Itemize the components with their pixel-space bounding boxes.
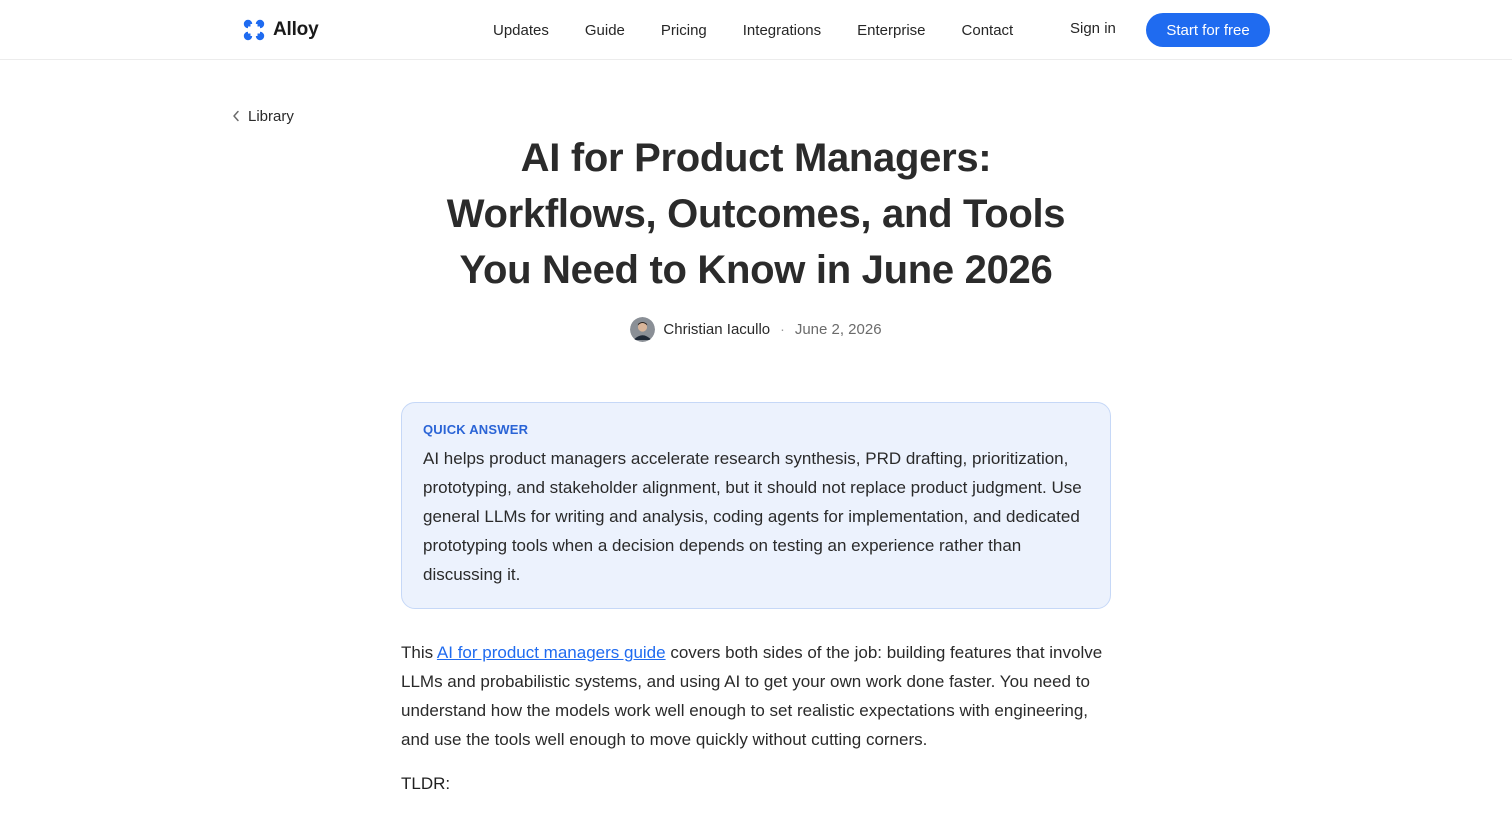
publish-date: June 2, 2026 [794, 320, 882, 338]
intro-paragraph: This AI for product managers guide cover… [401, 638, 1113, 754]
sign-in-link[interactable]: Sign in [1070, 20, 1116, 37]
title-line: You Need to Know in June 2026 [459, 248, 1053, 292]
nav-updates[interactable]: Updates [493, 22, 549, 39]
quick-answer-text: AI helps product managers accelerate res… [423, 449, 1082, 584]
guide-link[interactable]: AI for product managers guide [437, 643, 666, 662]
title-line: Workflows, Outcomes, and Tools [446, 192, 1066, 236]
main-nav: Updates Guide Pricing Integrations Enter… [493, 0, 1013, 60]
alloy-logo-icon [243, 19, 265, 41]
quick-answer-box: QUICK ANSWER AI helps product managers a… [401, 402, 1111, 609]
nav-enterprise[interactable]: Enterprise [857, 22, 925, 39]
tldr-heading: TLDR: [401, 774, 451, 793]
nav-guide[interactable]: Guide [585, 22, 625, 39]
start-for-free-button[interactable]: Start for free [1146, 13, 1270, 47]
quick-answer-label: QUICK ANSWER [423, 422, 529, 437]
breadcrumb[interactable]: Library [232, 106, 294, 126]
title-line: AI for Product Managers: [520, 136, 992, 180]
article-title: AI for Product Managers: Workflows, Outc… [356, 130, 1156, 298]
nav-contact[interactable]: Contact [962, 22, 1014, 39]
logo-text: Alloy [273, 19, 319, 40]
nav-integrations[interactable]: Integrations [743, 22, 821, 39]
byline-separator: · [780, 321, 785, 337]
article-byline: Christian Iacullo · June 2, 2026 [0, 316, 1512, 342]
author-name[interactable]: Christian Iacullo [663, 321, 770, 338]
nav-pricing[interactable]: Pricing [661, 22, 707, 39]
intro-text-before: This [401, 643, 437, 662]
author-avatar [630, 316, 656, 342]
logo[interactable]: Alloy [243, 18, 319, 42]
site-header: Alloy Updates Guide Pricing Integrations… [0, 0, 1512, 60]
breadcrumb-library: Library [248, 107, 294, 125]
chevron-left-icon [233, 110, 239, 122]
